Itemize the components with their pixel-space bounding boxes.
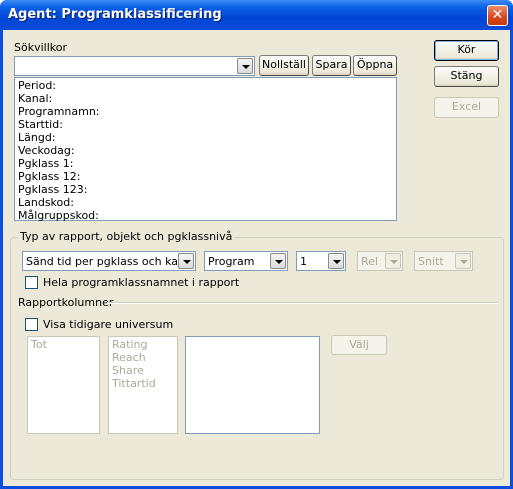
list-item[interactable]: Share [109, 364, 177, 377]
list-item[interactable]: Programnamn: [15, 105, 396, 118]
show-previous-universe-label: Visa tidigare universum [43, 318, 174, 331]
list-item[interactable]: Rating [109, 338, 177, 351]
average-combo[interactable]: Snitt [414, 251, 473, 271]
list-item[interactable]: Landskod: [15, 196, 396, 209]
level-value: 1 [300, 255, 307, 268]
chevron-down-icon[interactable] [385, 253, 401, 269]
list-item[interactable]: Kanal: [15, 92, 396, 105]
window-title: Agent: Programklassificering [8, 7, 222, 22]
save-button[interactable]: Spara [312, 55, 351, 76]
level-combo[interactable]: 1 [296, 251, 346, 271]
choose-button[interactable]: Välj [331, 335, 387, 355]
excel-button[interactable]: Excel [434, 97, 499, 118]
dialog-client-area: Sökvillkor Nollställ Spara Öppna Period:… [3, 30, 510, 486]
search-conditions-combo[interactable] [14, 56, 255, 76]
list-item[interactable]: Tittartid [109, 377, 177, 390]
chevron-down-icon[interactable] [270, 253, 286, 269]
measures-items: Rating Reach Share Tittartid [109, 337, 177, 390]
list-item[interactable]: Pgklass 123: [15, 183, 396, 196]
dialog-window: Agent: Programklassificering ✕ Sökvillko… [0, 0, 513, 489]
report-type-value: Sänd tid per pgklass och kanal [26, 255, 195, 268]
list-item[interactable]: Målgruppskod: [15, 209, 396, 222]
open-button[interactable]: Öppna [353, 55, 397, 76]
report-columns-label: Rapportkolumner [18, 296, 114, 309]
conditions-items: Period: Kanal: Programnamn: Starttid: Längd:… [15, 78, 396, 222]
search-conditions-label: Sökvillkor [14, 41, 67, 54]
rel-value: Rel [361, 255, 378, 268]
list-item[interactable]: Starttid: [15, 118, 396, 131]
object-combo[interactable]: Program [204, 251, 288, 271]
list-item[interactable]: Tot [28, 338, 99, 351]
selected-items [186, 337, 319, 338]
run-button[interactable]: Kör [434, 40, 499, 61]
object-value: Program [208, 255, 255, 268]
list-item[interactable]: Period: [15, 79, 396, 92]
chevron-down-icon[interactable] [178, 253, 194, 269]
list-item[interactable]: Pgklass 1: [15, 157, 396, 170]
rel-combo[interactable]: Rel [357, 251, 403, 271]
measures-list[interactable]: Rating Reach Share Tittartid [108, 336, 178, 434]
universe-list[interactable]: Tot [27, 336, 100, 434]
title-bar[interactable]: Agent: Programklassificering ✕ [0, 0, 513, 30]
list-item[interactable]: Veckodag: [15, 144, 396, 157]
close-icon: ✕ [491, 7, 504, 23]
conditions-list[interactable]: Period: Kanal: Programnamn: Starttid: Längd:… [14, 77, 397, 222]
universe-items: Tot [28, 337, 99, 351]
average-value: Snitt [418, 255, 444, 268]
close-button[interactable]: Stäng [434, 66, 499, 87]
list-item[interactable]: Reach [109, 351, 177, 364]
chevron-down-icon[interactable] [237, 58, 253, 74]
selected-columns-list[interactable] [185, 336, 320, 434]
list-item[interactable]: Längd: [15, 131, 396, 144]
report-type-group-label: Typ av rapport, objekt och pgklassnivå [18, 230, 235, 243]
report-type-combo[interactable]: Sänd tid per pgklass och kanal [22, 251, 196, 271]
reset-button[interactable]: Nollställ [259, 55, 309, 76]
show-previous-universe-checkbox[interactable] [25, 318, 38, 331]
report-columns-divider [107, 302, 498, 304]
full-name-checkbox[interactable] [25, 276, 38, 289]
chevron-down-icon[interactable] [328, 253, 344, 269]
close-window-button[interactable]: ✕ [487, 5, 508, 26]
full-name-checkbox-label: Hela programklassnamnet i rapport [43, 276, 240, 289]
list-item[interactable]: Pgklass 12: [15, 170, 396, 183]
chevron-down-icon[interactable] [455, 253, 471, 269]
